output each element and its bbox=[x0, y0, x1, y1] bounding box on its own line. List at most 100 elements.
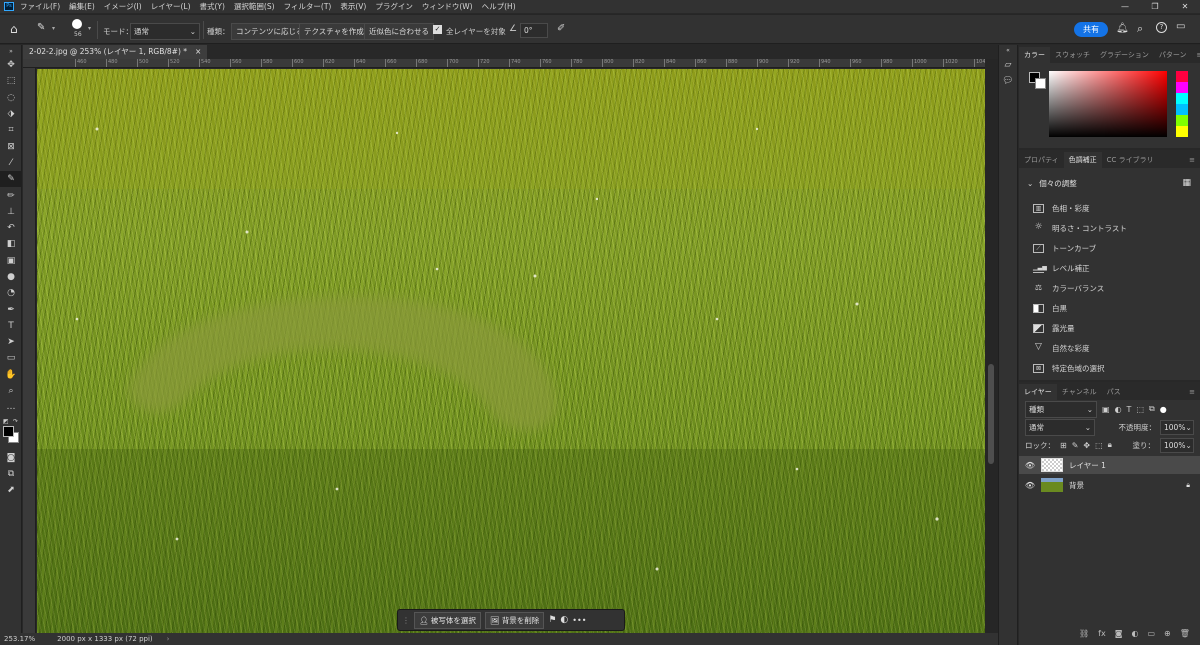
drag-handle-icon[interactable]: ⋮ bbox=[402, 616, 410, 625]
share-image-icon[interactable]: ⬈ bbox=[0, 482, 22, 498]
lock-artboard-icon[interactable]: ⬚ bbox=[1095, 441, 1103, 450]
layer-row[interactable]: 👁︎ レイヤー 1 bbox=[1019, 456, 1200, 474]
group-icon[interactable]: ▭ bbox=[1147, 629, 1155, 638]
quick-mask-icon[interactable]: ◙ bbox=[0, 450, 22, 466]
remove-background-button[interactable]: 🖼︎ 背景を削除 bbox=[484, 611, 545, 629]
rectangle-tool-icon[interactable]: ▭ bbox=[0, 350, 22, 366]
swap-colors-icon[interactable]: ↷ bbox=[13, 418, 18, 425]
color-picker-field[interactable] bbox=[1049, 71, 1167, 137]
frame-tool-icon[interactable]: ⊠ bbox=[0, 138, 22, 154]
zoom-tool-icon[interactable]: ⌕ bbox=[0, 383, 22, 399]
select-subject-button[interactable]: 👤︎ 被写体を選択 bbox=[414, 611, 481, 629]
tab-color[interactable]: カラー bbox=[1019, 47, 1050, 63]
search-icon[interactable]: ⌕ bbox=[1137, 22, 1143, 36]
tab-adjustments[interactable]: 色調補正 bbox=[1063, 152, 1102, 168]
menu-edit[interactable]: 編集(E) bbox=[69, 1, 95, 12]
home-icon[interactable]: ⌂ bbox=[10, 22, 18, 36]
angle-input[interactable]: 0° bbox=[520, 23, 548, 38]
pen-tool-icon[interactable]: ✒ bbox=[0, 301, 22, 317]
content-aware-button[interactable]: コンテンツに応じる bbox=[231, 23, 309, 40]
scrollbar-thumb[interactable] bbox=[988, 364, 994, 464]
brush-preview-icon[interactable] bbox=[72, 19, 82, 29]
adjust-color-balance[interactable]: ⚖ カラーバランス bbox=[1019, 278, 1200, 298]
filter-adjust-icon[interactable]: ◐ bbox=[1115, 405, 1122, 414]
panel-menu-icon[interactable]: ≡ bbox=[1192, 47, 1200, 63]
lock-image-icon[interactable]: ✎ bbox=[1072, 441, 1079, 450]
adjust-icon[interactable]: ◐ bbox=[560, 615, 568, 625]
adjust-hue-saturation[interactable]: ▥ 色相・彩度 bbox=[1019, 198, 1200, 218]
history-brush-tool-icon[interactable]: ↶ bbox=[0, 220, 22, 236]
zoom-level[interactable]: 253.17% bbox=[4, 635, 35, 643]
menu-view[interactable]: 表示(V) bbox=[340, 1, 366, 12]
workspace-icon[interactable]: ▭ bbox=[1176, 21, 1185, 32]
flag-icon[interactable]: ⚑ bbox=[548, 615, 556, 625]
adjust-levels[interactable]: ▁▃▅ レベル補正 bbox=[1019, 258, 1200, 278]
panel-menu-icon[interactable]: ≡ bbox=[1184, 152, 1200, 168]
dodge-tool-icon[interactable]: ◔ bbox=[0, 285, 22, 301]
eraser-tool-icon[interactable]: ◧ bbox=[0, 236, 22, 252]
history-icon[interactable]: ⏥ bbox=[999, 60, 1017, 70]
default-colors-icon[interactable]: ◩ bbox=[3, 418, 9, 425]
type-tool-icon[interactable]: T bbox=[0, 318, 22, 334]
tab-cc-libraries[interactable]: CC ライブラリ bbox=[1102, 152, 1159, 168]
eye-icon[interactable]: 👁︎ bbox=[1019, 461, 1041, 470]
adjust-vibrance[interactable]: ▽ 自然な彩度 bbox=[1019, 338, 1200, 358]
brush-chevron-icon[interactable]: ▾ bbox=[88, 25, 91, 32]
link-icon[interactable]: ⛓ bbox=[1079, 629, 1089, 638]
tab-properties[interactable]: プロパティ bbox=[1019, 152, 1064, 168]
minimize-icon[interactable]: — bbox=[1110, 0, 1140, 13]
menu-plugins[interactable]: プラグイン bbox=[375, 1, 413, 12]
brush-tool-icon[interactable]: ✏ bbox=[0, 187, 22, 203]
trash-icon[interactable]: 🗑︎ bbox=[1180, 629, 1190, 638]
pressure-icon[interactable]: ✐ bbox=[557, 23, 565, 34]
tab-swatches[interactable]: スウォッチ bbox=[1050, 47, 1095, 63]
comment-icon[interactable]: 💬︎ bbox=[999, 76, 1017, 86]
more-tools-icon[interactable]: … bbox=[0, 399, 22, 415]
adjust-selective-color[interactable]: ⊠ 特定色域の選択 bbox=[1019, 358, 1200, 378]
lock-transparent-icon[interactable]: ⊞ bbox=[1060, 441, 1067, 450]
proximity-match-button[interactable]: 近似色に合わせる bbox=[364, 23, 434, 40]
blur-tool-icon[interactable]: ● bbox=[0, 269, 22, 285]
close-tab-icon[interactable]: × bbox=[195, 45, 201, 59]
filter-type-icon[interactable]: T bbox=[1127, 405, 1132, 414]
background-color-swatch[interactable] bbox=[1035, 78, 1046, 89]
lock-all-icon[interactable]: 🔒︎ bbox=[1108, 440, 1112, 450]
clone-stamp-tool-icon[interactable]: ⊥ bbox=[0, 204, 22, 220]
tab-patterns[interactable]: パターン bbox=[1154, 47, 1192, 63]
spot-healing-tool-icon[interactable]: ✎ bbox=[0, 171, 22, 188]
menu-filter[interactable]: フィルター(T) bbox=[284, 1, 332, 12]
more-options-icon[interactable]: ••• bbox=[572, 616, 586, 625]
collapse-chevron-icon[interactable]: » bbox=[0, 45, 22, 57]
filter-smart-icon[interactable]: ⧉ bbox=[1149, 404, 1155, 414]
eyedropper-tool-icon[interactable]: ⁄ bbox=[0, 155, 22, 171]
menu-select[interactable]: 選択範囲(S) bbox=[234, 1, 275, 12]
crop-tool-icon[interactable]: ⌗ bbox=[0, 122, 22, 138]
menu-help[interactable]: ヘルプ(H) bbox=[482, 1, 516, 12]
menu-layer[interactable]: レイヤー(L) bbox=[151, 1, 191, 12]
layer-row[interactable]: 👁︎ 背景 🔒︎ bbox=[1019, 476, 1200, 494]
tab-gradients[interactable]: グラデーション bbox=[1095, 47, 1154, 63]
marquee-tool-icon[interactable]: ⬚ bbox=[0, 73, 22, 89]
filter-pixel-icon[interactable]: ▣ bbox=[1102, 405, 1110, 414]
panel-menu-icon[interactable]: ≡ bbox=[1184, 384, 1200, 400]
bell-icon[interactable]: 🔔︎ bbox=[1116, 23, 1129, 34]
adjust-brightness-contrast[interactable]: ☼ 明るさ・コントラスト bbox=[1019, 218, 1200, 238]
foreground-color-swatch[interactable] bbox=[3, 425, 14, 437]
document-tab[interactable]: 2-02-2.jpg @ 253% (レイヤー 1, RGB/8#) * × bbox=[23, 45, 208, 59]
menu-image[interactable]: イメージ(I) bbox=[104, 1, 142, 12]
screen-mode-icon[interactable]: ⧉ bbox=[0, 466, 22, 482]
fill-input[interactable]: 100% ⌄ bbox=[1160, 437, 1194, 453]
filter-shape-icon[interactable]: ⬚ bbox=[1136, 405, 1144, 414]
tab-layers[interactable]: レイヤー bbox=[1019, 384, 1057, 400]
collapse-panels-icon[interactable]: « bbox=[999, 47, 1017, 54]
adjust-section-header[interactable]: ⌄ 個々の調整 ▦ bbox=[1019, 168, 1200, 198]
lasso-tool-icon[interactable]: ◌ bbox=[0, 90, 22, 106]
close-window-icon[interactable]: ✕ bbox=[1170, 0, 1200, 13]
adjust-black-white[interactable]: 白黒 bbox=[1019, 298, 1200, 318]
gradient-tool-icon[interactable]: ▣ bbox=[0, 253, 22, 269]
menu-file[interactable]: ファイル(F) bbox=[20, 1, 60, 12]
menu-window[interactable]: ウィンドウ(W) bbox=[422, 1, 473, 12]
create-texture-button[interactable]: テクスチャを作成 bbox=[299, 23, 369, 40]
blend-mode-select[interactable]: 通常 ⌄ bbox=[1025, 418, 1095, 436]
share-button[interactable]: 共有 bbox=[1074, 22, 1108, 37]
